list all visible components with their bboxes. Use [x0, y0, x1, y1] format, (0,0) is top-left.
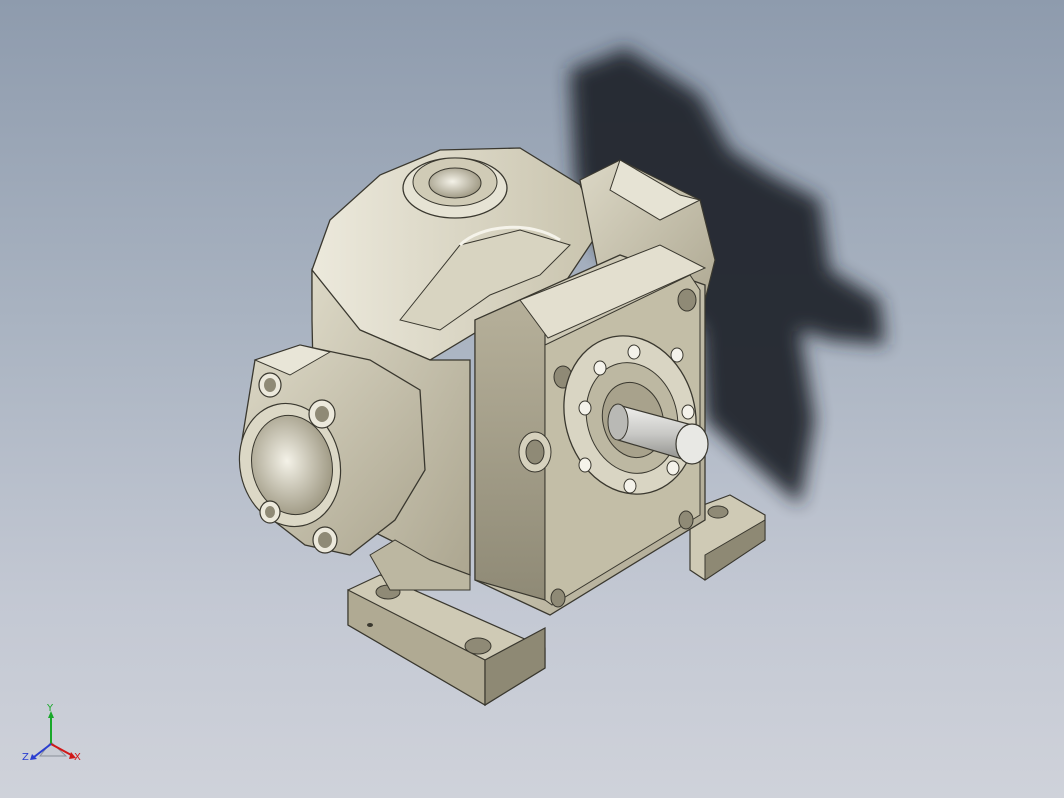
bolt-hole [677, 288, 697, 312]
view-triad[interactable]: Y X Z [18, 702, 88, 772]
mount-hole [464, 637, 492, 655]
bolt-hole [678, 510, 694, 530]
triad-z-label: Z [22, 752, 29, 763]
triad-y-label: Y [46, 703, 54, 714]
top-port[interactable] [402, 157, 508, 219]
bolt-hole [550, 588, 566, 608]
mount-hole [707, 505, 729, 519]
mount-hole [367, 623, 373, 627]
triad-x-label: X [74, 752, 81, 763]
cad-graphics-viewport[interactable]: Y X Z [0, 0, 1064, 798]
